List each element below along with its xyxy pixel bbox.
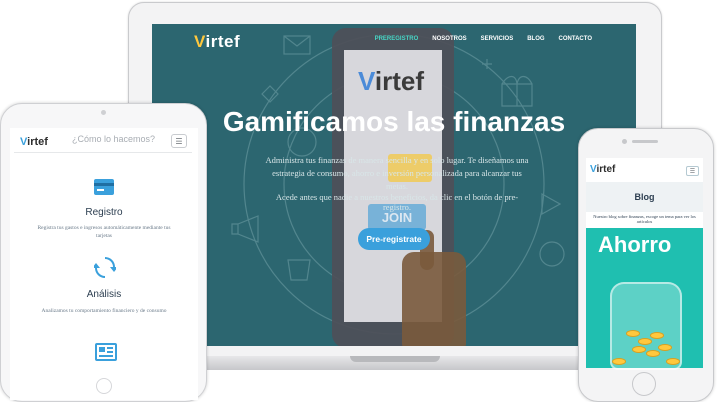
hand-illustration	[402, 252, 466, 346]
phone-camera	[622, 139, 627, 144]
feature-title-registro: Registro	[85, 207, 123, 218]
nav-nosotros[interactable]: NOSOTROS	[432, 36, 466, 42]
hero-description: Administra tus finanzas de manera sencil…	[265, 155, 529, 191]
hero-title: Gamificamos las finanzas	[222, 106, 566, 137]
coins-illustration	[612, 300, 682, 370]
main-menu: PREREGISTRO NOSOTROS SERVICIOS BLOG CONT…	[375, 36, 592, 42]
refresh-icon	[94, 257, 116, 278]
phone-logo[interactable]: Virtef	[590, 164, 615, 175]
feature-title-analisis: Análisis	[86, 289, 122, 300]
feature-desc-analisis: Analizamos tu comportamiento financiero …	[41, 308, 167, 314]
blog-title: Blog	[634, 192, 655, 202]
blog-subtitle: Nuestro blog sobre finanzas, escoge un t…	[593, 214, 696, 224]
hero-note: Acede antes que nadie a nuestros benefic…	[275, 192, 519, 212]
phone-menu-button[interactable]: ☰	[686, 166, 699, 176]
laptop-screen: Virtef JOIN Virtef PREREGISTRO NOSOTROS …	[152, 24, 636, 346]
tablet-section-link[interactable]: ¿Cómo lo hacemos?	[72, 134, 155, 144]
feature-desc-registro: Registra tus gastos e ingresos automátic…	[37, 225, 171, 239]
tablet-header-divider	[14, 152, 192, 153]
tablet-logo[interactable]: Virtef	[20, 136, 48, 148]
phone-home-button[interactable]	[632, 372, 656, 396]
site-logo[interactable]: Virtef	[194, 32, 240, 52]
nav-contacto[interactable]: CONTACTO	[559, 36, 592, 42]
newspaper-icon	[95, 343, 117, 361]
tablet-home-button[interactable]	[96, 378, 112, 394]
hero-phone-logo: Virtef	[358, 66, 424, 96]
tablet-menu-button[interactable]: ☰	[171, 134, 187, 148]
nav-blog[interactable]: BLOG	[527, 36, 544, 42]
card-icon	[94, 179, 114, 195]
preregister-button[interactable]: Pre-registrate	[358, 228, 430, 250]
top-navbar: Virtef PREREGISTRO NOSOTROS SERVICIOS BL…	[152, 24, 636, 54]
blog-card-title: Ahorro	[598, 232, 672, 257]
phone-speaker	[632, 140, 658, 143]
nav-servicios[interactable]: SERVICIOS	[481, 36, 514, 42]
tablet-camera	[101, 110, 106, 115]
nav-preregistro[interactable]: PREREGISTRO	[375, 36, 419, 42]
laptop-notch	[350, 356, 440, 362]
